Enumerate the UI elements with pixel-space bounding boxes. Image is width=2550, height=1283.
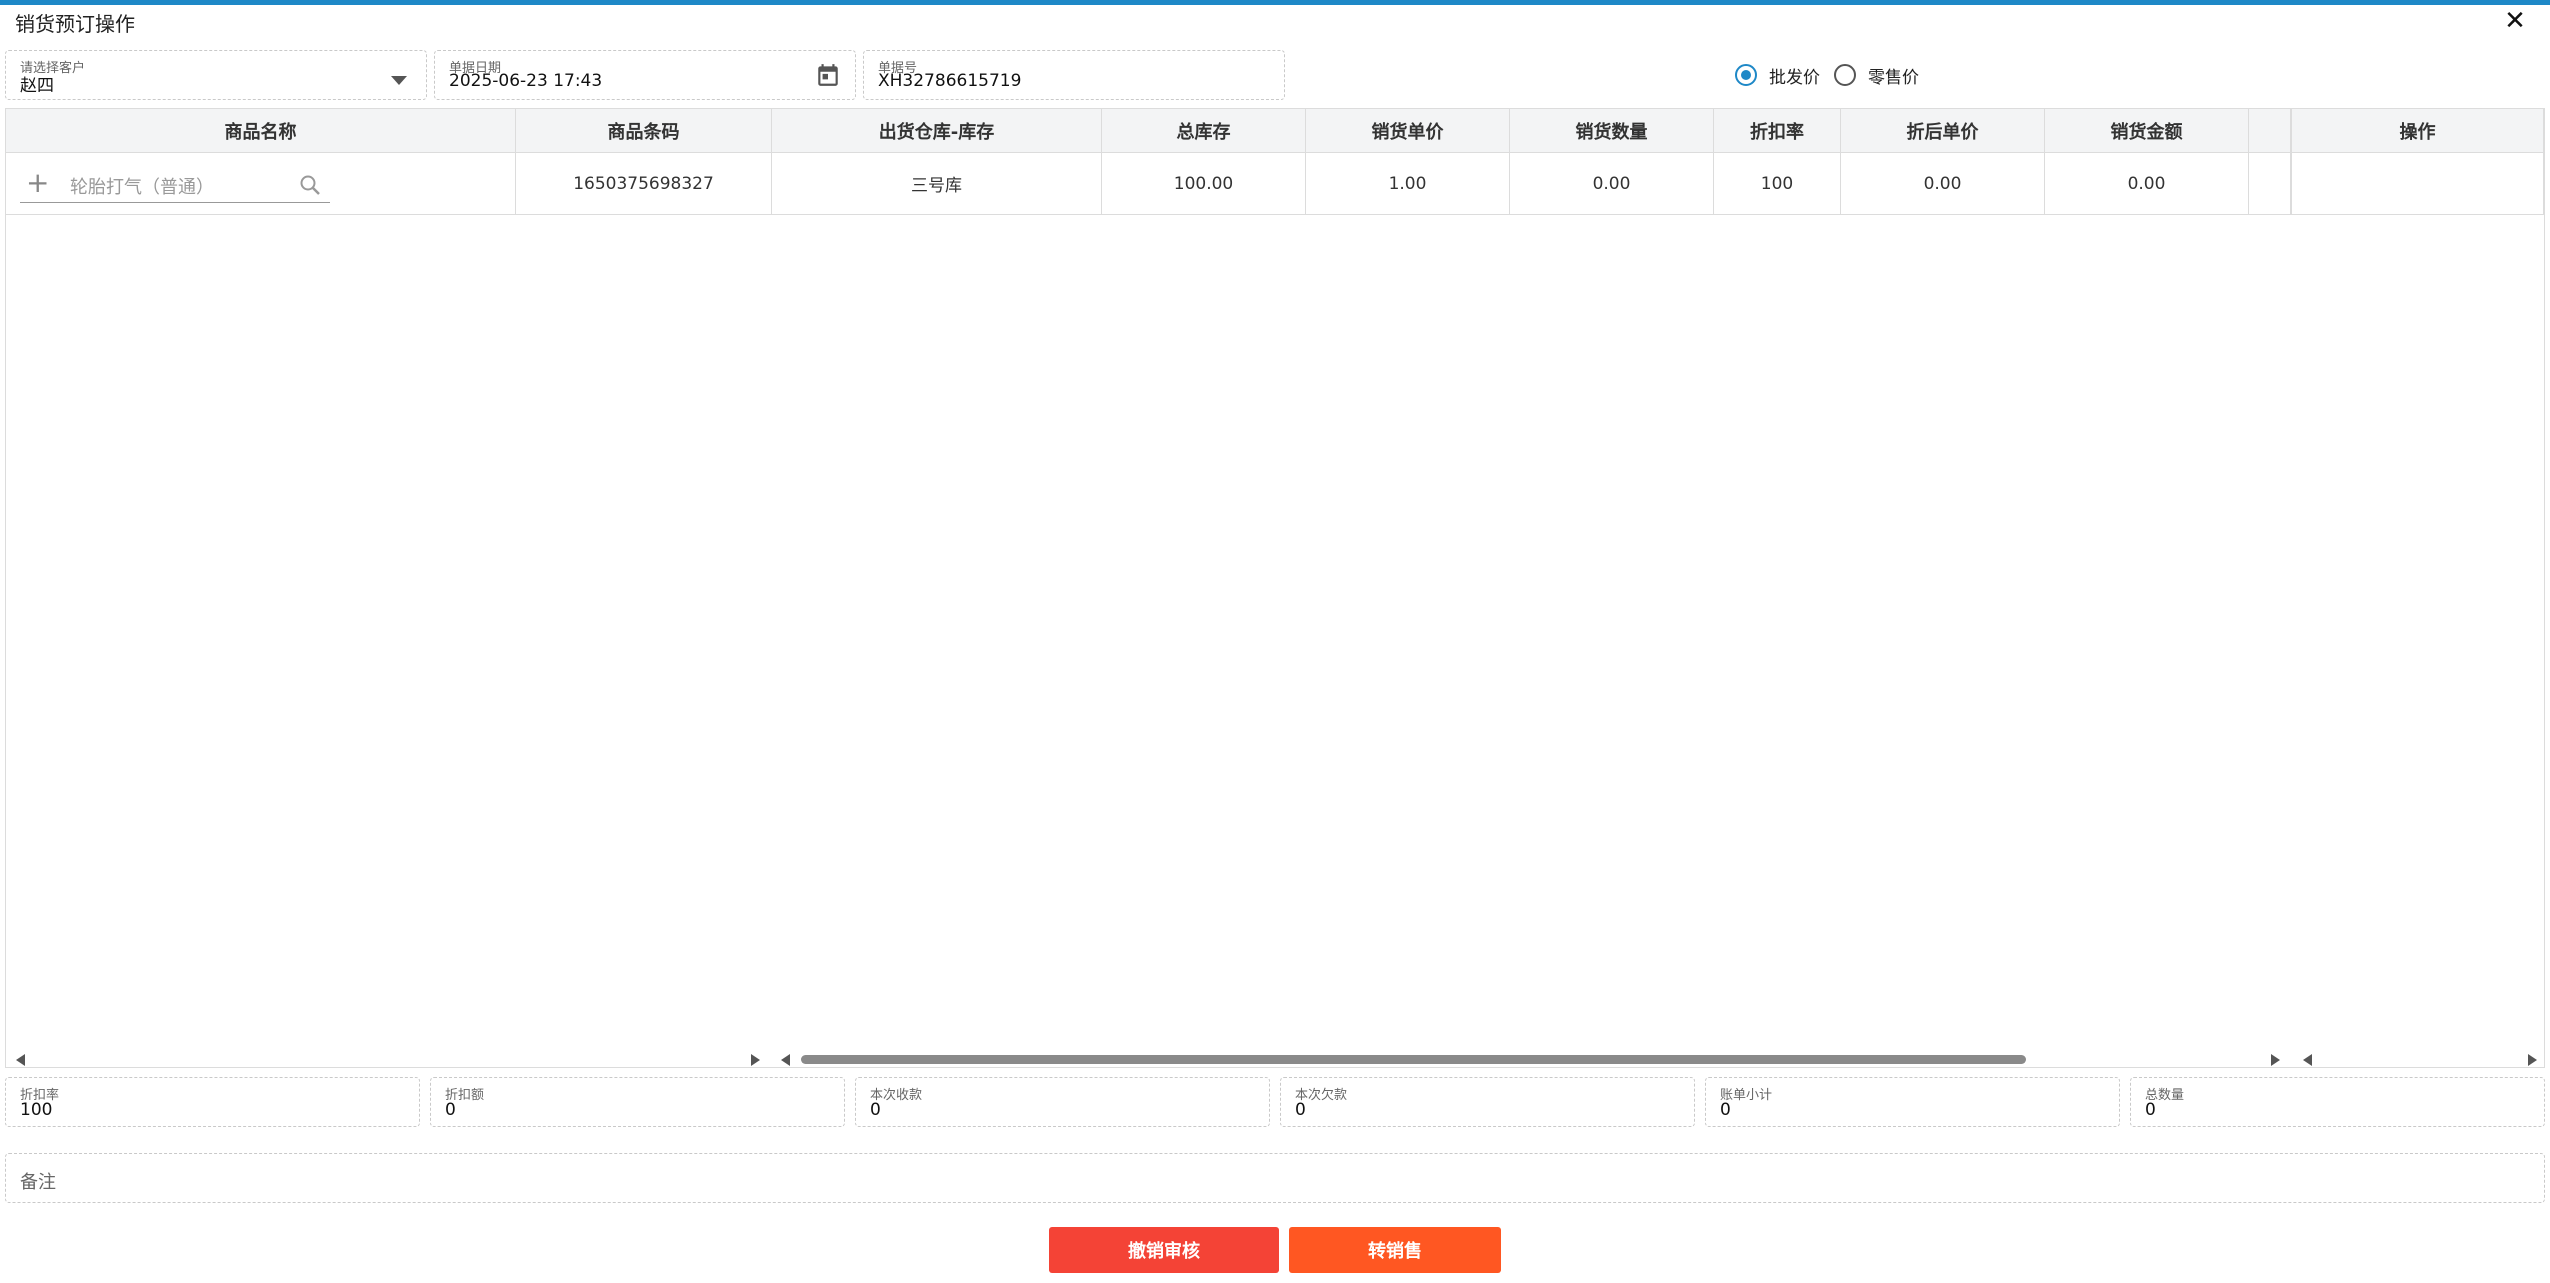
discount-amount-value: 0: [445, 1100, 456, 1120]
cell-discounted-price: 0.00: [1841, 153, 2045, 215]
subtotal-field[interactable]: 账单小计 0: [1705, 1077, 2120, 1127]
col-header-discount-rate[interactable]: 折扣率: [1714, 109, 1841, 153]
remark-field[interactable]: 备注: [5, 1153, 2545, 1203]
retail-radio[interactable]: [1834, 64, 1856, 86]
scroll-left-arrow-icon[interactable]: [16, 1054, 25, 1066]
cell-amount: 0.00: [2045, 153, 2249, 215]
owed-field[interactable]: 本次欠款 0: [1280, 1077, 1695, 1127]
add-icon[interactable]: +: [26, 167, 49, 199]
discount-rate-field[interactable]: 折扣率 100: [5, 1077, 420, 1127]
col-header-quantity[interactable]: 销货数量: [1510, 109, 1714, 153]
cell-action[interactable]: [2291, 153, 2544, 215]
cell-warehouse[interactable]: 三号库: [772, 153, 1102, 215]
scroll-right-arrow-icon[interactable]: [2271, 1054, 2280, 1066]
col-header-warehouse[interactable]: 出货仓库-库存: [772, 109, 1102, 153]
scrollbar-thumb[interactable]: [801, 1055, 2026, 1064]
cell-blank: [2249, 153, 2291, 215]
customer-select-value: 赵四: [20, 76, 54, 96]
discount-rate-value: 100: [20, 1100, 53, 1120]
col-header-unit-price[interactable]: 销货单价: [1306, 109, 1510, 153]
cell-discount-rate[interactable]: 100: [1714, 153, 1841, 215]
calendar-icon[interactable]: [815, 62, 841, 92]
owed-value: 0: [1295, 1100, 1306, 1120]
scroll-right-arrow-icon[interactable]: [2528, 1054, 2537, 1066]
col-header-amount[interactable]: 销货金额: [2045, 109, 2249, 153]
discount-amount-field[interactable]: 折扣额 0: [430, 1077, 845, 1127]
doc-number-field[interactable]: 单据号 XH32786615719: [863, 50, 1285, 100]
total-qty-value: 0: [2145, 1100, 2156, 1120]
dialog-title: 销货预订操作: [15, 12, 135, 36]
date-field-value: 2025-06-23 17:43: [449, 71, 603, 91]
cell-quantity[interactable]: 0.00: [1510, 153, 1714, 215]
received-value: 0: [870, 1100, 881, 1120]
col-header-barcode[interactable]: 商品条码: [516, 109, 772, 153]
search-icon[interactable]: [298, 173, 322, 202]
wholesale-radio[interactable]: [1735, 64, 1757, 86]
price-type-group: 批发价 零售价: [1735, 60, 1919, 90]
col-header-total-stock[interactable]: 总库存: [1102, 109, 1306, 153]
total-qty-field[interactable]: 总数量 0: [2130, 1077, 2545, 1127]
revoke-audit-button[interactable]: 撤销审核: [1049, 1227, 1279, 1273]
convert-to-sale-button[interactable]: 转销售: [1289, 1227, 1501, 1273]
col-header-blank: [2249, 109, 2291, 153]
dropdown-arrow-icon[interactable]: [391, 71, 407, 90]
cell-total-stock: 100.00: [1102, 153, 1306, 215]
date-field[interactable]: 单据日期 2025-06-23 17:43: [434, 50, 856, 100]
customer-select[interactable]: 请选择客户 赵四: [5, 50, 427, 100]
window-top-accent-bar: [0, 0, 2550, 5]
remark-placeholder: 备注: [20, 1172, 56, 1193]
doc-number-value: XH32786615719: [878, 71, 1022, 91]
product-table: 商品名称 商品条码 出货仓库-库存 总库存 销货单价 销货数量 折扣率 折后单价…: [5, 108, 2545, 1068]
cell-name: + 轮胎打气（普通）: [6, 153, 516, 215]
col-header-discounted-price[interactable]: 折后单价: [1841, 109, 2045, 153]
scroll-right-arrow-icon[interactable]: [751, 1054, 760, 1066]
retail-radio-label[interactable]: 零售价: [1868, 63, 1919, 88]
scroll-left-arrow-icon[interactable]: [2303, 1054, 2312, 1066]
subtotal-value: 0: [1720, 1100, 1731, 1120]
product-name-input[interactable]: + 轮胎打气（普通）: [20, 167, 330, 203]
col-header-name[interactable]: 商品名称: [6, 109, 516, 153]
horizontal-scrollbar[interactable]: [6, 1049, 2546, 1069]
wholesale-radio-label[interactable]: 批发价: [1769, 63, 1820, 88]
cell-barcode: 1650375698327: [516, 153, 772, 215]
received-field[interactable]: 本次收款 0: [855, 1077, 1270, 1127]
scroll-left-arrow-icon[interactable]: [781, 1054, 790, 1066]
cell-unit-price[interactable]: 1.00: [1306, 153, 1510, 215]
close-icon[interactable]: ✕: [2500, 6, 2530, 36]
product-name-placeholder: 轮胎打气（普通）: [70, 177, 214, 198]
col-header-action: 操作: [2291, 109, 2544, 153]
